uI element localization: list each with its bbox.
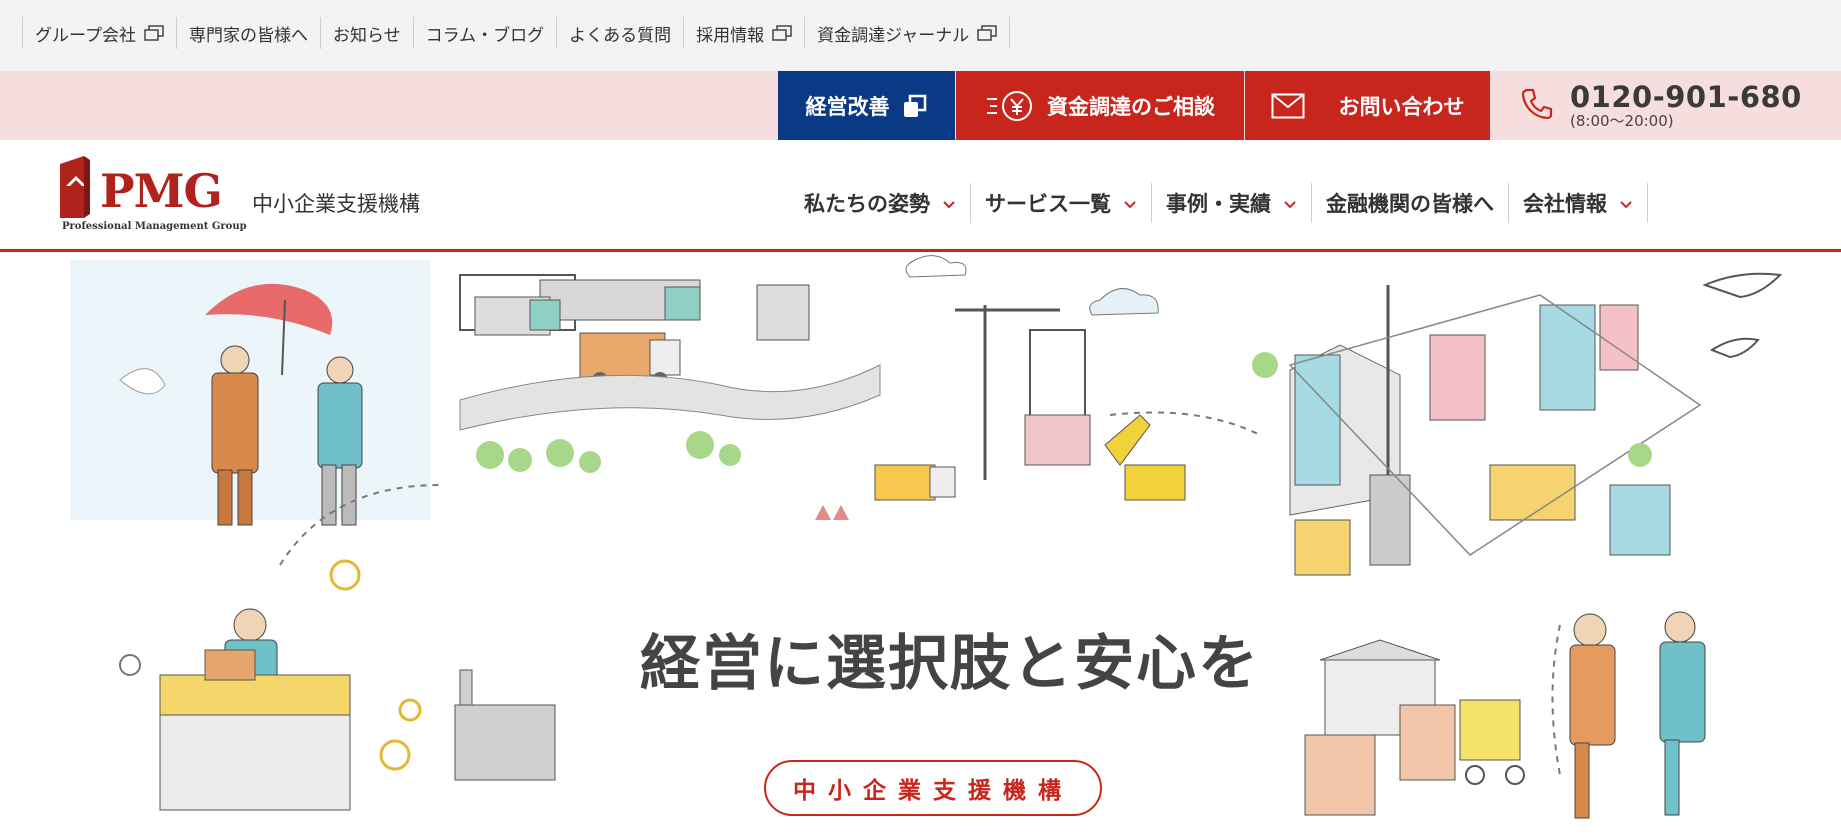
chevron-down-icon: [1123, 191, 1137, 215]
nav-item-cases[interactable]: 事例・実績: [1152, 183, 1312, 223]
chevron-down-icon: [1283, 191, 1297, 215]
warehouse-handshake-illustration: [1304, 611, 1706, 819]
site-header: PMG Professional Management Group 中小企業支援…: [0, 140, 1841, 252]
logo-subtitle: Professional Management Group: [62, 221, 247, 232]
umbrella-scene-illustration: [70, 260, 430, 526]
hero-pill-badge: 中小企業支援機構: [764, 760, 1102, 816]
util-link-label: コラム・ブログ: [425, 25, 545, 46]
hero-section: 経営に選択肢と安心を 中小企業支援機構: [0, 255, 1841, 835]
management-button[interactable]: 経営改善: [778, 71, 955, 140]
logo-wordmark: PMG: [100, 164, 223, 218]
main-nav: 私たちの姿勢 サービス一覧 事例・実績 金融機関の皆様へ 会社情報: [790, 183, 1648, 223]
contact-label: お問い合わせ: [1338, 94, 1465, 119]
factory-worker-illustration: [119, 559, 556, 811]
management-label: 経営改善: [805, 94, 890, 119]
external-window-icon: [977, 25, 998, 41]
pmg-logo[interactable]: PMG Professional Management Group: [60, 156, 247, 236]
util-link-experts[interactable]: 専門家の皆様へ: [175, 17, 320, 49]
city-illustration: [1252, 272, 1783, 576]
nav-item-financial[interactable]: 金融機関の皆様へ: [1312, 183, 1509, 223]
util-link-column[interactable]: コラム・ブログ: [412, 17, 557, 49]
util-link-label: 専門家の皆様へ: [188, 25, 308, 46]
phone-contact[interactable]: 0120-901-680 (8:00〜20:00): [1520, 71, 1802, 140]
phone-hours: (8:00〜20:00): [1570, 111, 1674, 130]
external-window-icon: [772, 25, 792, 41]
util-link-faq[interactable]: よくある質問: [556, 17, 683, 49]
construction-illustration: [756, 255, 1186, 501]
utility-nav: グループ会社 専門家の皆様へ お知らせ コラム・ブログ よくある質問 採用情報 …: [22, 17, 1011, 49]
util-link-group[interactable]: グループ会社: [22, 17, 176, 49]
util-link-journal[interactable]: 資金調達ジャーナル: [804, 17, 1011, 49]
yen-coin-icon: [985, 90, 1037, 122]
chevron-down-icon: [942, 191, 956, 215]
util-link-label: 採用情報: [696, 25, 765, 46]
external-window-icon: [902, 93, 928, 119]
nav-item-stance[interactable]: 私たちの姿勢: [790, 183, 971, 223]
site-tagline: 中小企業支援機構: [252, 192, 420, 216]
funding-consult-label: 資金調達のご相談: [1047, 94, 1215, 119]
nav-item-label: サービス一覧: [985, 192, 1111, 216]
nav-item-label: 私たちの姿勢: [804, 192, 930, 216]
cta-band: 経営改善 資金調達のご相談 お問い合わせ 0120-901-680 (8:00〜…: [0, 71, 1841, 140]
phone-number: 0120-901-680: [1570, 79, 1802, 114]
external-window-icon: [144, 25, 164, 41]
nav-item-label: 会社情報: [1523, 192, 1607, 216]
logistics-illustration: [459, 274, 881, 520]
contact-button[interactable]: お問い合わせ: [1245, 71, 1490, 140]
mail-icon: [1271, 93, 1305, 119]
util-link-label: 資金調達ジャーナル: [817, 25, 970, 46]
phone-icon: [1520, 87, 1554, 125]
nav-item-label: 事例・実績: [1166, 192, 1271, 216]
funding-consult-button[interactable]: 資金調達のご相談: [956, 71, 1244, 140]
hero-illustration: [70, 255, 1783, 819]
util-link-label: グループ会社: [35, 25, 136, 46]
utility-bar: グループ会社 専門家の皆様へ お知らせ コラム・ブログ よくある質問 採用情報 …: [0, 0, 1841, 71]
util-link-label: よくある質問: [569, 25, 672, 46]
logo-mark-icon: [60, 156, 90, 218]
util-link-recruit[interactable]: 採用情報: [683, 17, 804, 49]
util-link-news[interactable]: お知らせ: [319, 17, 413, 49]
nav-item-label: 金融機関の皆様へ: [1326, 192, 1494, 216]
nav-item-company[interactable]: 会社情報: [1509, 183, 1648, 223]
nav-item-services[interactable]: サービス一覧: [971, 183, 1152, 223]
hero-headline: 経営に選択肢と安心を: [640, 629, 1260, 699]
chevron-down-icon: [1619, 191, 1633, 215]
util-link-label: お知らせ: [332, 25, 401, 46]
